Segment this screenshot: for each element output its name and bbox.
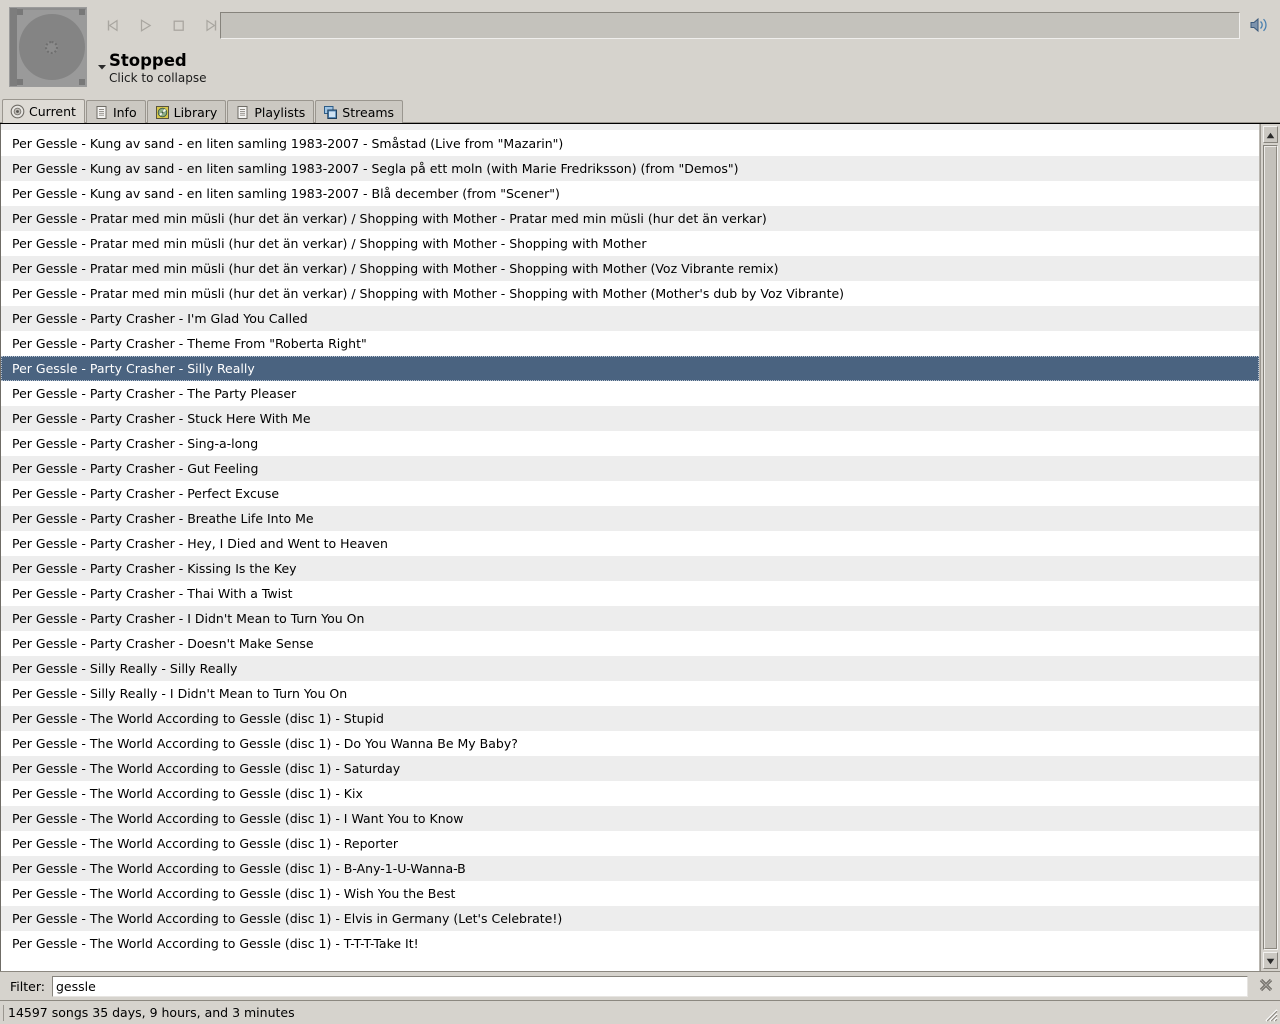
stop-button[interactable] bbox=[162, 11, 195, 39]
playback-status: Stopped bbox=[109, 51, 187, 70]
disc-icon bbox=[10, 104, 25, 119]
transport-controls bbox=[96, 11, 228, 39]
song-row[interactable]: Per Gessle - Party Crasher - The Party P… bbox=[1, 381, 1259, 406]
vertical-scrollbar[interactable] bbox=[1260, 124, 1280, 971]
tab-current[interactable]: Current bbox=[2, 99, 85, 123]
tab-library[interactable]: Library bbox=[146, 100, 227, 123]
tab-streams-label: Streams bbox=[342, 104, 395, 120]
play-icon bbox=[137, 17, 154, 34]
song-row[interactable]: Per Gessle - The World According to Gess… bbox=[1, 731, 1259, 756]
song-row[interactable]: Per Gessle - The World According to Gess… bbox=[1, 806, 1259, 831]
song-row[interactable]: Per Gessle - Party Crasher - Doesn't Mak… bbox=[1, 631, 1259, 656]
song-row-selected[interactable]: Per Gessle - Party Crasher - Silly Reall… bbox=[1, 356, 1259, 381]
song-row[interactable]: Per Gessle - Silly Really - I Didn't Mea… bbox=[1, 681, 1259, 706]
song-row[interactable]: Per Gessle - Party Crasher - Stuck Here … bbox=[1, 406, 1259, 431]
clipped-row bbox=[1, 124, 1259, 131]
song-row[interactable]: Per Gessle - Party Crasher - Sing-a-long bbox=[1, 431, 1259, 456]
album-art-corner bbox=[79, 9, 85, 15]
album-art-hub bbox=[45, 41, 58, 54]
resize-grip-icon[interactable] bbox=[1262, 1006, 1278, 1022]
status-bar: 14597 songs 35 days, 9 hours, and 3 minu… bbox=[0, 1000, 1280, 1024]
song-row[interactable]: Per Gessle - Party Crasher - Kissing Is … bbox=[1, 556, 1259, 581]
document-icon bbox=[235, 105, 250, 120]
previous-track-button[interactable] bbox=[96, 11, 129, 39]
album-art[interactable] bbox=[9, 7, 87, 87]
status-bar-text: 14597 songs 35 days, 9 hours, and 3 minu… bbox=[3, 1004, 295, 1021]
seek-slider[interactable] bbox=[220, 12, 1240, 39]
clear-x-icon bbox=[1257, 976, 1275, 997]
scroll-up-button[interactable] bbox=[1263, 126, 1278, 143]
song-row[interactable]: Per Gessle - The World According to Gess… bbox=[1, 906, 1259, 931]
song-row[interactable]: Per Gessle - The World According to Gess… bbox=[1, 856, 1259, 881]
song-row[interactable]: Per Gessle - Kung av sand - en liten sam… bbox=[1, 156, 1259, 181]
song-row[interactable]: Per Gessle - Kung av sand - en liten sam… bbox=[1, 181, 1259, 206]
filter-bar: Filter: bbox=[0, 972, 1280, 1000]
triangle-up-icon bbox=[1266, 127, 1275, 142]
chevron-down-icon bbox=[97, 59, 107, 74]
song-row[interactable]: Per Gessle - Party Crasher - Perfect Exc… bbox=[1, 481, 1259, 506]
song-row[interactable]: Per Gessle - The World According to Gess… bbox=[1, 881, 1259, 906]
song-row[interactable]: Per Gessle - Silly Really - Silly Really bbox=[1, 656, 1259, 681]
filter-label: Filter: bbox=[10, 978, 45, 994]
play-button[interactable] bbox=[129, 11, 162, 39]
stop-icon bbox=[170, 17, 187, 34]
scroll-thumb[interactable] bbox=[1264, 146, 1277, 949]
song-list-panel: Per Gessle - Kung av sand - en liten sam… bbox=[0, 123, 1280, 972]
tab-bar: Current Info Library Playlists Streams bbox=[0, 98, 1280, 123]
volume-button[interactable] bbox=[1246, 14, 1274, 38]
song-row[interactable]: Per Gessle - Party Crasher - Thai With a… bbox=[1, 581, 1259, 606]
document-icon bbox=[94, 105, 109, 120]
music-player-window: Stopped Click to collapse Current Info L… bbox=[0, 0, 1280, 1024]
song-row[interactable]: Per Gessle - Party Crasher - Breathe Lif… bbox=[1, 506, 1259, 531]
volume-speaker-icon bbox=[1249, 16, 1271, 37]
song-row[interactable]: Per Gessle - Pratar med min müsli (hur d… bbox=[1, 281, 1259, 306]
song-row[interactable]: Per Gessle - Pratar med min müsli (hur d… bbox=[1, 256, 1259, 281]
album-art-corner bbox=[17, 9, 23, 15]
album-art-spine bbox=[10, 8, 17, 86]
song-row[interactable]: Per Gessle - The World According to Gess… bbox=[1, 831, 1259, 856]
filter-input[interactable] bbox=[51, 975, 1248, 997]
album-art-corner bbox=[17, 79, 23, 85]
song-row[interactable]: Per Gessle - Party Crasher - Hey, I Died… bbox=[1, 531, 1259, 556]
album-art-corner bbox=[79, 79, 85, 85]
song-row[interactable]: Per Gessle - The World According to Gess… bbox=[1, 931, 1259, 956]
tab-current-label: Current bbox=[29, 104, 76, 119]
song-row[interactable]: Per Gessle - Party Crasher - Theme From … bbox=[1, 331, 1259, 356]
filter-clear-button[interactable] bbox=[1255, 975, 1277, 997]
song-row[interactable]: Per Gessle - Kung av sand - en liten sam… bbox=[1, 131, 1259, 156]
song-list[interactable]: Per Gessle - Kung av sand - en liten sam… bbox=[0, 124, 1260, 971]
tab-info-label: Info bbox=[112, 104, 137, 120]
scroll-down-button[interactable] bbox=[1263, 952, 1278, 969]
song-row[interactable]: Per Gessle - Party Crasher - Gut Feeling bbox=[1, 456, 1259, 481]
song-row[interactable]: Per Gessle - Pratar med min müsli (hur d… bbox=[1, 206, 1259, 231]
skip-previous-icon bbox=[104, 17, 121, 34]
song-row[interactable]: Per Gessle - The World According to Gess… bbox=[1, 781, 1259, 806]
windows-icon bbox=[323, 105, 338, 120]
library-icon bbox=[155, 105, 170, 120]
triangle-down-icon bbox=[1266, 953, 1275, 968]
song-row[interactable]: Per Gessle - Pratar med min müsli (hur d… bbox=[1, 231, 1259, 256]
song-row[interactable]: Per Gessle - Party Crasher - I'm Glad Yo… bbox=[1, 306, 1259, 331]
skip-next-icon bbox=[203, 17, 220, 34]
tab-streams[interactable]: Streams bbox=[315, 100, 404, 123]
song-row[interactable]: Per Gessle - Party Crasher - I Didn't Me… bbox=[1, 606, 1259, 631]
tab-playlists-label: Playlists bbox=[254, 104, 306, 120]
tab-library-label: Library bbox=[173, 104, 218, 120]
tab-info[interactable]: Info bbox=[85, 100, 146, 123]
scroll-trough[interactable] bbox=[1263, 145, 1278, 950]
collapse-toggle[interactable] bbox=[96, 61, 107, 72]
tab-playlists[interactable]: Playlists bbox=[227, 100, 315, 123]
collapse-hint: Click to collapse bbox=[109, 71, 207, 85]
player-header: Stopped Click to collapse bbox=[0, 0, 1280, 98]
song-row[interactable]: Per Gessle - The World According to Gess… bbox=[1, 706, 1259, 731]
song-row[interactable]: Per Gessle - The World According to Gess… bbox=[1, 756, 1259, 781]
